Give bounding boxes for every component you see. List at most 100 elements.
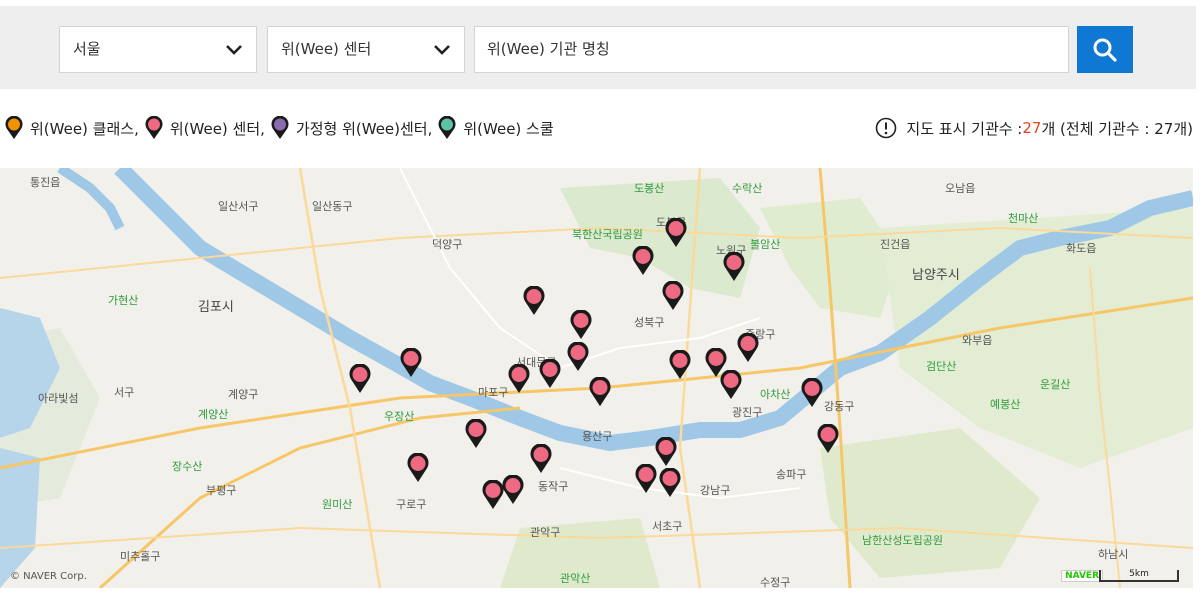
wee-center-marker[interactable] bbox=[722, 251, 746, 282]
exclamation-circle-icon bbox=[876, 117, 897, 139]
park-label: 장수산 bbox=[172, 460, 203, 473]
wee-center-marker[interactable] bbox=[668, 349, 692, 380]
wee-center-marker[interactable] bbox=[481, 479, 505, 510]
region-select-value: 서울 bbox=[73, 40, 101, 58]
search-icon bbox=[1093, 38, 1117, 62]
wee-center-marker[interactable] bbox=[800, 377, 824, 408]
map-label: 일산동구 bbox=[312, 200, 353, 213]
wee-center-marker[interactable] bbox=[507, 363, 531, 394]
region-select[interactable]: 서울 bbox=[59, 26, 257, 73]
wee-center-marker[interactable] bbox=[588, 376, 612, 407]
district-label: 강남구 bbox=[700, 484, 731, 497]
legend-item-wee-class: 위(Wee) 클래스, bbox=[4, 116, 144, 140]
map-scale-label: 5km bbox=[1129, 569, 1149, 579]
category-select[interactable]: 위(Wee) 센터 bbox=[267, 26, 465, 73]
pink-pin-icon bbox=[570, 309, 592, 339]
park-label: 운길산 bbox=[1040, 378, 1071, 391]
pink-pin-icon bbox=[523, 285, 545, 315]
park-label: 도봉산 bbox=[634, 182, 665, 195]
wee-center-marker[interactable] bbox=[529, 443, 553, 474]
search-button[interactable] bbox=[1077, 26, 1133, 73]
park-label: 북한산국립공원 bbox=[572, 228, 643, 241]
park-label: 불암산 bbox=[750, 238, 781, 251]
district-label: 송파구 bbox=[776, 468, 807, 481]
wee-center-marker[interactable] bbox=[538, 358, 562, 389]
district-label: 광진구 bbox=[732, 406, 763, 419]
map-label: 마포구 bbox=[478, 386, 509, 399]
district-label: 계양구 bbox=[228, 388, 259, 401]
map-label: 덕양구 bbox=[432, 238, 463, 251]
category-select-value: 위(Wee) 센터 bbox=[281, 40, 372, 58]
legend-item-family-wee-center: 가정형 위(Wee)센터, bbox=[270, 116, 437, 140]
map-label: 관악구 bbox=[530, 526, 561, 539]
pink-pin-icon bbox=[659, 467, 681, 497]
wee-center-marker[interactable] bbox=[399, 347, 423, 378]
pink-pin-icon bbox=[720, 369, 742, 399]
pink-pin-icon bbox=[145, 116, 163, 139]
park-label: 계양산 bbox=[198, 408, 229, 421]
map-label: 하남시 bbox=[1098, 548, 1129, 561]
pink-pin-icon bbox=[723, 251, 745, 281]
district-label: 구로구 bbox=[396, 498, 427, 511]
pink-pin-icon bbox=[655, 436, 677, 466]
district-label: 남양주시 bbox=[912, 268, 960, 283]
district-label: 김포시 bbox=[198, 300, 234, 315]
map-label: 오남읍 bbox=[945, 182, 976, 195]
chevron-down-icon bbox=[434, 45, 450, 55]
teal-pin-icon bbox=[438, 116, 456, 139]
pink-pin-icon bbox=[669, 349, 691, 379]
district-label: 부평구 bbox=[206, 484, 237, 497]
wee-center-marker[interactable] bbox=[464, 418, 488, 449]
legend-label: 위(Wee) 스쿨 bbox=[463, 119, 554, 138]
park-label: 천마산 bbox=[1008, 212, 1039, 225]
pink-pin-icon bbox=[801, 377, 823, 407]
wee-center-marker[interactable] bbox=[658, 467, 682, 498]
count-shown: 27 bbox=[1022, 119, 1042, 137]
district-label: 강동구 bbox=[824, 400, 855, 413]
park-label: 우장산 bbox=[384, 410, 415, 423]
wee-center-marker[interactable] bbox=[631, 245, 655, 276]
map-copyright: © NAVER Corp. bbox=[10, 571, 87, 582]
wee-center-marker[interactable] bbox=[569, 309, 593, 340]
wee-center-marker[interactable] bbox=[566, 341, 590, 372]
wee-center-marker[interactable] bbox=[522, 285, 546, 316]
search-input[interactable]: 위(Wee) 기관 명칭 bbox=[474, 26, 1069, 73]
wee-center-marker[interactable] bbox=[406, 452, 430, 483]
district-label: 동작구 bbox=[538, 480, 569, 493]
map[interactable]: 통진읍 일산서구 일산동구 덕양구 진건읍 화도읍 오남읍 와부읍 아라빛섬 마… bbox=[0, 168, 1193, 588]
park-label: 예봉산 bbox=[990, 398, 1021, 411]
map-label: 화도읍 bbox=[1066, 242, 1097, 255]
map-label: 진건읍 bbox=[880, 238, 911, 251]
map-label: 아라빛섬 bbox=[38, 392, 79, 405]
pink-pin-icon bbox=[407, 452, 429, 482]
pink-pin-icon bbox=[539, 358, 561, 388]
park-label: 원미산 bbox=[322, 498, 353, 511]
legend: 위(Wee) 클래스, 위(Wee) 센터, 가정형 위(Wee)센터, 위(W… bbox=[4, 116, 554, 140]
legend-item-wee-school: 위(Wee) 스쿨 bbox=[437, 116, 554, 140]
naver-logo: NAVER bbox=[1061, 570, 1103, 582]
wee-center-marker[interactable] bbox=[661, 280, 685, 311]
wee-center-marker[interactable] bbox=[719, 369, 743, 400]
district-label: 용산구 bbox=[582, 430, 613, 443]
wee-center-marker[interactable] bbox=[816, 423, 840, 454]
map-scale: 5km bbox=[1099, 570, 1179, 582]
legend-label: 위(Wee) 센터, bbox=[169, 119, 265, 138]
wee-center-marker[interactable] bbox=[348, 363, 372, 394]
park-label: 아차산 bbox=[760, 388, 791, 401]
wee-center-marker[interactable] bbox=[654, 436, 678, 467]
wee-center-marker[interactable] bbox=[736, 332, 760, 363]
district-label: 서구 bbox=[114, 386, 135, 399]
legend-item-wee-center: 위(Wee) 센터, bbox=[144, 116, 270, 140]
pink-pin-icon bbox=[662, 280, 684, 310]
district-label: 성북구 bbox=[634, 316, 665, 329]
wee-center-marker[interactable] bbox=[634, 463, 658, 494]
map-label: 미추홀구 bbox=[120, 550, 161, 563]
pink-pin-icon bbox=[465, 418, 487, 448]
pink-pin-icon bbox=[482, 479, 504, 509]
map-label: 와부읍 bbox=[962, 334, 993, 347]
orange-pin-icon bbox=[5, 116, 23, 139]
wee-center-marker[interactable] bbox=[664, 217, 688, 248]
pink-pin-icon bbox=[508, 363, 530, 393]
park-label: 수락산 bbox=[732, 182, 763, 195]
map-label: 수정구 bbox=[760, 576, 791, 588]
